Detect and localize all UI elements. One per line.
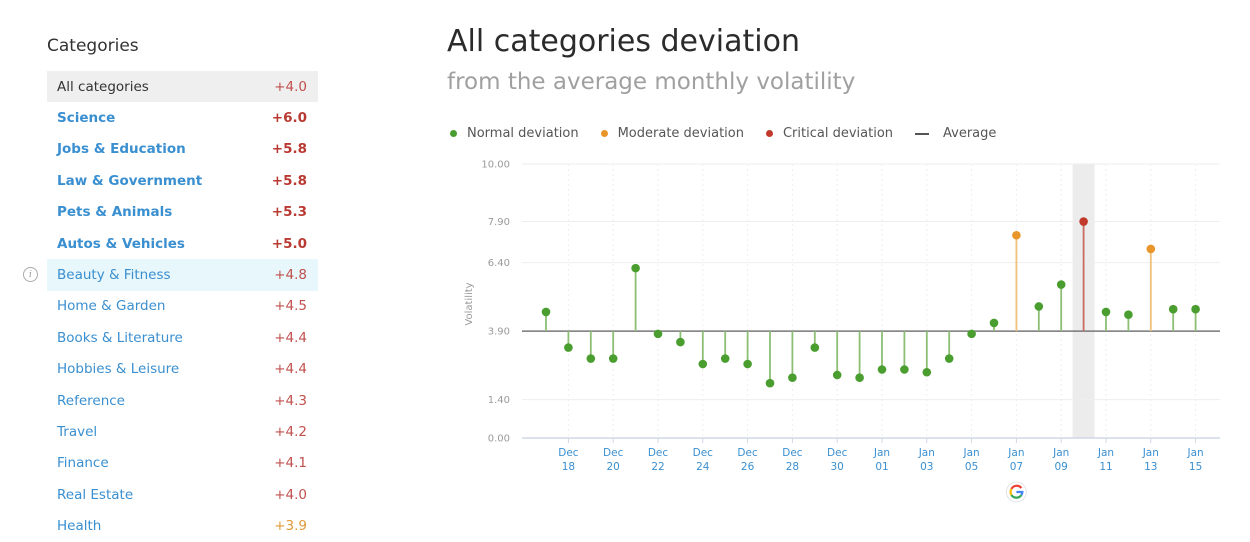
data-point-normal [989, 318, 999, 328]
x-tick-label-day: 03 [920, 461, 933, 473]
y-tick-label: 0.00 [488, 434, 510, 445]
x-tick-label-day: 07 [1010, 461, 1023, 473]
y-tick-label: 10.00 [481, 160, 510, 171]
x-tick-label-month: Dec [737, 447, 758, 459]
data-point-normal [720, 354, 730, 363]
data-point-normal [832, 370, 842, 380]
x-tick-label-day: 18 [562, 461, 575, 473]
x-tick-label-day: 24 [696, 461, 710, 473]
y-tick-label: 3.90 [488, 327, 510, 338]
x-tick-label-month: Dec [827, 447, 848, 459]
x-tick-label-month: Jan [873, 447, 890, 459]
y-tick-label: 6.40 [488, 258, 510, 269]
x-tick-label-day: 01 [875, 461, 888, 473]
x-tick-label-day: 15 [1189, 461, 1202, 473]
data-point-normal [788, 373, 797, 383]
data-point-normal [900, 365, 909, 374]
data-point-normal [1168, 304, 1178, 314]
data-point-normal [1124, 310, 1133, 320]
volatility-chart: 10.00 7.90 6.40 3.90 1.40 0.00 Dec 18 Dec 20 Dec 22… [464, 160, 1220, 503]
x-tick-label-day: 13 [1144, 461, 1157, 473]
x-tick-label-day: 05 [965, 461, 978, 473]
x-tick-label-month: Jan [1007, 447, 1024, 459]
data-point-normal [676, 337, 685, 347]
data-point-normal [944, 354, 954, 363]
data-point-critical [1079, 217, 1088, 226]
x-tick-label-day: 30 [831, 461, 844, 473]
google-update-icon[interactable] [1005, 481, 1027, 503]
x-tick-label-day: 09 [1055, 461, 1068, 473]
data-point-normal [653, 329, 663, 339]
data-point-normal [564, 343, 573, 352]
x-tick-label-month: Jan [1187, 447, 1204, 459]
data-point-normal [922, 367, 932, 377]
google-logo-segment [1009, 488, 1013, 496]
data-point-normal [698, 359, 708, 369]
x-tick-label-month: Jan [1052, 447, 1069, 459]
x-tick-label-month: Jan [1142, 447, 1159, 459]
data-point-normal [541, 307, 551, 317]
y-tick-label: 1.40 [488, 395, 510, 406]
x-tick-label-day: 28 [786, 461, 799, 473]
data-point-normal [1101, 307, 1111, 317]
x-tick-label-day: 26 [741, 461, 755, 473]
data-point-normal [1056, 280, 1066, 289]
x-tick-label-month: Dec [782, 447, 803, 459]
data-point-moderate [1146, 244, 1156, 254]
data-point-normal [967, 329, 976, 339]
data-point-normal [810, 343, 820, 352]
x-tick-label-month: Dec [603, 447, 624, 459]
y-axis-label: Volatility [464, 282, 475, 325]
x-tick-label-day: 11 [1099, 461, 1112, 473]
x-tick-label-day: 20 [607, 461, 620, 473]
data-point-normal [855, 373, 864, 383]
data-point-normal [765, 378, 775, 388]
data-point-normal [743, 359, 752, 369]
data-point-normal [1191, 304, 1200, 314]
data-point-normal [877, 365, 887, 374]
y-tick-label: 7.90 [488, 217, 510, 228]
x-tick-label-month: Dec [693, 447, 714, 459]
x-tick-label-month: Dec [558, 447, 579, 459]
x-tick-label-month: Jan [918, 447, 935, 459]
data-point-normal [1034, 302, 1044, 311]
data-point-moderate [1012, 230, 1021, 240]
data-point-normal [586, 354, 596, 363]
data-point-normal [608, 354, 618, 363]
x-tick-label-month: Jan [963, 447, 980, 459]
x-tick-label-day: 22 [651, 461, 664, 473]
x-tick-label-month: Dec [648, 447, 669, 459]
x-tick-label-month: Jan [1097, 447, 1114, 459]
data-point-normal [631, 263, 640, 273]
